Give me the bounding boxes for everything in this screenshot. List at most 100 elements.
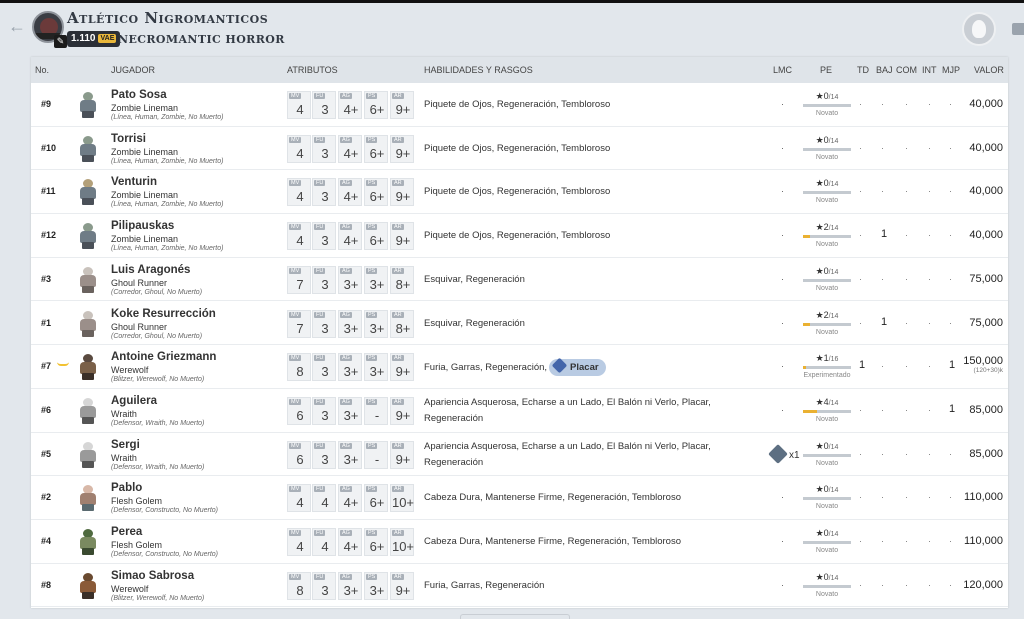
attr-mv-label: MV bbox=[289, 573, 302, 580]
team-value-badge: 1.110 VAE bbox=[67, 31, 121, 47]
player-name[interactable]: Torrisi bbox=[111, 133, 146, 145]
attr-mv-label: MV bbox=[289, 136, 302, 143]
spp-progress-fill bbox=[803, 235, 810, 239]
spp-progress-fill bbox=[803, 366, 806, 370]
attr-st-value: 3 bbox=[321, 233, 329, 249]
attr-pa-value: - bbox=[374, 451, 380, 467]
col-int[interactable]: INT bbox=[922, 65, 937, 75]
table-row[interactable]: #5 Sergi Wraith (Defensor, Wraith, No Mu… bbox=[31, 433, 1008, 477]
attr-ag-label: AG bbox=[340, 442, 352, 449]
table-row[interactable]: #12 Pilipauskas Zombie Lineman (Línea, H… bbox=[31, 214, 1008, 258]
table-row[interactable]: #9 Pato Sosa Zombie Lineman (Línea, Huma… bbox=[31, 83, 1008, 127]
attr-av-label: AR bbox=[392, 442, 404, 449]
injury-marker[interactable]: x1 bbox=[768, 443, 800, 464]
col-value[interactable]: VALOR bbox=[974, 65, 1004, 75]
table-row[interactable]: #11 Venturin Zombie Lineman (Línea, Huma… bbox=[31, 170, 1008, 215]
attr-st-label: FU bbox=[314, 93, 326, 99]
attr-st-label: FU bbox=[314, 486, 326, 493]
player-keywords: (Corredor, Ghoul, No Muerto) bbox=[111, 332, 203, 340]
player-attributes: MV 4 FU 3 AG 4+ PS 6+ AR 9+ bbox=[287, 178, 417, 207]
player-number: #9 bbox=[41, 99, 52, 109]
attr-ag-value: 3+ bbox=[343, 364, 359, 380]
attr-av-label: AR bbox=[392, 136, 404, 143]
spp-meter[interactable]: ★0/14 Novato bbox=[797, 528, 857, 554]
cas-value: · bbox=[881, 448, 884, 459]
spp-meter[interactable]: ★2/14 Novato bbox=[797, 310, 857, 336]
player-miniature-icon bbox=[77, 485, 99, 512]
player-miniature-icon bbox=[77, 529, 99, 555]
table-row[interactable]: #6 Aguilera Wraith (Defensor, Wraith, No… bbox=[31, 389, 1008, 433]
player-name[interactable]: Antoine Griezmann bbox=[111, 351, 216, 363]
table-row[interactable]: #8 Simao Sabrosa Werewolf (Blitzer, Were… bbox=[31, 564, 1008, 608]
lmc-value: · bbox=[781, 361, 784, 372]
col-cas[interactable]: BAJ bbox=[876, 65, 893, 75]
col-mvp[interactable]: MJP bbox=[942, 65, 960, 75]
team-value-unit: VAE bbox=[98, 34, 117, 43]
print-icon[interactable] bbox=[1012, 23, 1024, 35]
skills-text: Piquete de Ojos, Regeneración, Tembloros… bbox=[424, 230, 611, 242]
attr-av-value: 9+ bbox=[395, 582, 411, 598]
attr-av-label: AR bbox=[392, 93, 404, 99]
cas-value: · bbox=[881, 536, 884, 546]
spp-meter[interactable]: ★0/14 Novato bbox=[797, 484, 857, 510]
table-row[interactable]: #4 Perea Flesh Golem (Defensor, Construc… bbox=[31, 520, 1008, 564]
table-row[interactable]: #10 Torrisi Zombie Lineman (Línea, Human… bbox=[31, 127, 1008, 171]
player-name[interactable]: Aguilera bbox=[111, 395, 157, 407]
table-row[interactable]: #1 Koke Resurrección Ghoul Runner (Corre… bbox=[31, 302, 1008, 346]
col-player[interactable]: JUGADOR bbox=[111, 65, 155, 75]
spp-meter[interactable]: ★0/14 Novato bbox=[797, 572, 857, 598]
spp-meter[interactable]: ★0/14 Novato bbox=[797, 266, 857, 292]
spp-meter[interactable]: ★4/14 Novato bbox=[797, 397, 857, 423]
player-number: #3 bbox=[41, 273, 52, 284]
player-name[interactable]: Pablo bbox=[111, 482, 142, 494]
col-num[interactable]: No. bbox=[35, 65, 49, 75]
back-arrow-icon[interactable]: ← bbox=[8, 16, 26, 37]
table-row[interactable]: #7 Antoine Griezmann Werewolf (Blitzer, … bbox=[31, 345, 1008, 389]
attr-av: AR 9+ bbox=[390, 222, 414, 251]
player-name[interactable]: Sergi bbox=[111, 439, 140, 451]
col-td[interactable]: TD bbox=[857, 65, 869, 75]
spp-meter[interactable]: ★0/14 Novato bbox=[797, 178, 857, 204]
player-value: 40,000 bbox=[969, 141, 1003, 154]
td-value: · bbox=[859, 448, 862, 459]
attr-st-value: 4 bbox=[321, 539, 329, 554]
spp-meter[interactable]: ★1/16 Experimentado bbox=[797, 353, 857, 379]
mvp-value: · bbox=[949, 142, 952, 153]
attr-pa-value: 3+ bbox=[369, 320, 385, 336]
player-name[interactable]: Simao Sabrosa bbox=[111, 570, 194, 582]
col-spp[interactable]: PE bbox=[820, 65, 832, 75]
attr-st-value: 3 bbox=[321, 320, 329, 336]
attr-av-value: 9+ bbox=[395, 451, 411, 467]
table-row[interactable]: #3 Luis Aragonés Ghoul Runner (Corredor,… bbox=[31, 258, 1008, 302]
player-name[interactable]: Pilipauskas bbox=[111, 220, 174, 232]
int-value: · bbox=[928, 317, 931, 328]
col-comp[interactable]: COM bbox=[896, 65, 917, 75]
attr-pa-label: PS bbox=[366, 398, 378, 405]
edit-icon[interactable]: ✎ bbox=[54, 35, 67, 48]
spp-level: Novato bbox=[815, 503, 839, 511]
cas-value: · bbox=[881, 404, 884, 415]
skill-badge-placar[interactable]: Placar bbox=[549, 357, 606, 377]
player-name[interactable]: Perea bbox=[111, 526, 142, 538]
player-name[interactable]: Pato Sosa bbox=[111, 89, 167, 101]
table-row[interactable]: #2 Pablo Flesh Golem (Defensor, Construc… bbox=[31, 476, 1008, 520]
attr-pa: PS 3+ bbox=[364, 353, 388, 382]
player-name[interactable]: Venturin bbox=[111, 176, 157, 188]
attr-pa-label: PS bbox=[366, 442, 378, 449]
skills-text: Piquete de Ojos, Regeneración, Tembloros… bbox=[424, 99, 611, 110]
col-lmc[interactable]: LMC bbox=[773, 65, 792, 75]
player-number: #11 bbox=[41, 186, 56, 197]
player-name[interactable]: Luis Aragonés bbox=[111, 264, 190, 276]
int-value: · bbox=[928, 186, 931, 197]
attr-pa: PS 3+ bbox=[364, 309, 388, 338]
attr-mv-value: 4 bbox=[296, 539, 304, 554]
attr-st: FU 3 bbox=[312, 222, 336, 251]
spp-meter[interactable]: ★0/14 Novato bbox=[797, 135, 857, 161]
pagination-tab[interactable] bbox=[460, 614, 570, 619]
spp-meter[interactable]: ★2/14 Novato bbox=[797, 222, 857, 248]
comp-value: · bbox=[905, 230, 908, 241]
spp-meter[interactable]: ★0/14 Novato bbox=[797, 441, 857, 467]
player-number: #8 bbox=[41, 579, 52, 590]
player-name[interactable]: Koke Resurrección bbox=[111, 308, 216, 320]
spp-meter[interactable]: ★0/14 Novato bbox=[797, 91, 857, 117]
